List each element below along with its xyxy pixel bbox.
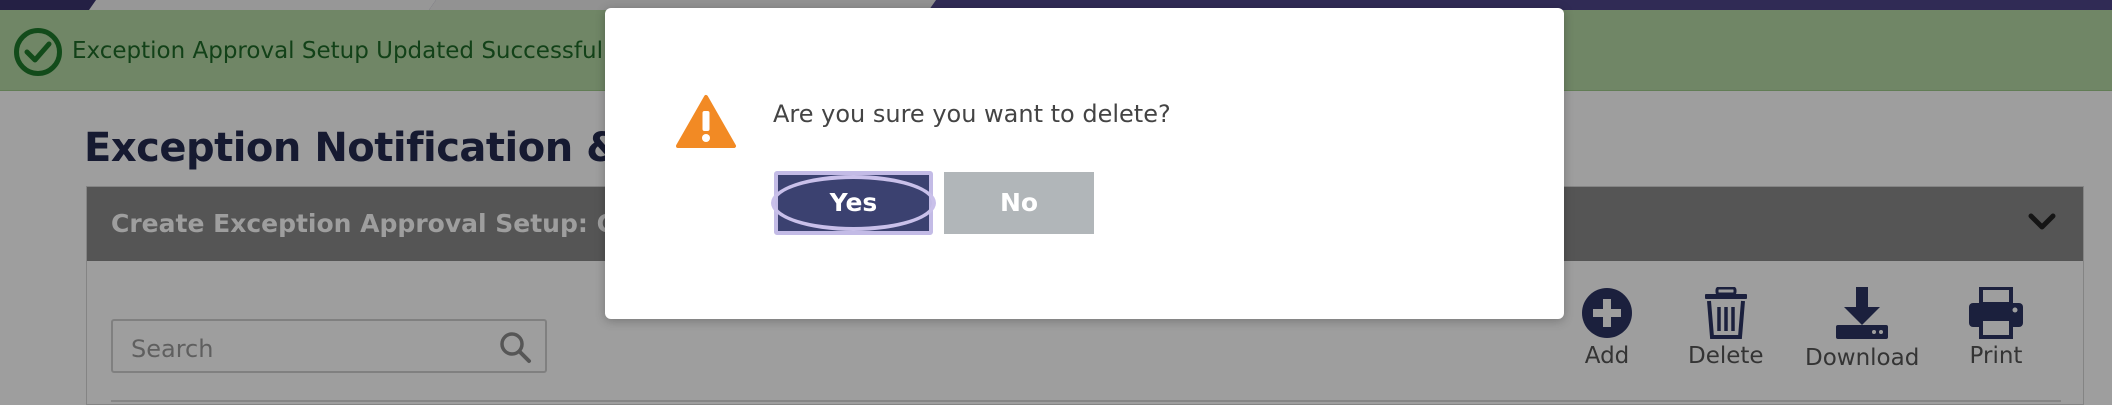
no-label: No bbox=[999, 188, 1039, 217]
confirm-delete-dialog: Are you sure you want to delete? Yes No bbox=[605, 8, 1564, 319]
yes-label: Yes bbox=[829, 188, 878, 217]
warning-triangle-icon bbox=[675, 94, 737, 154]
confirm-question: Are you sure you want to delete? bbox=[773, 100, 1171, 128]
no-button[interactable]: No bbox=[944, 172, 1094, 234]
yes-button[interactable]: Yes bbox=[771, 171, 936, 235]
